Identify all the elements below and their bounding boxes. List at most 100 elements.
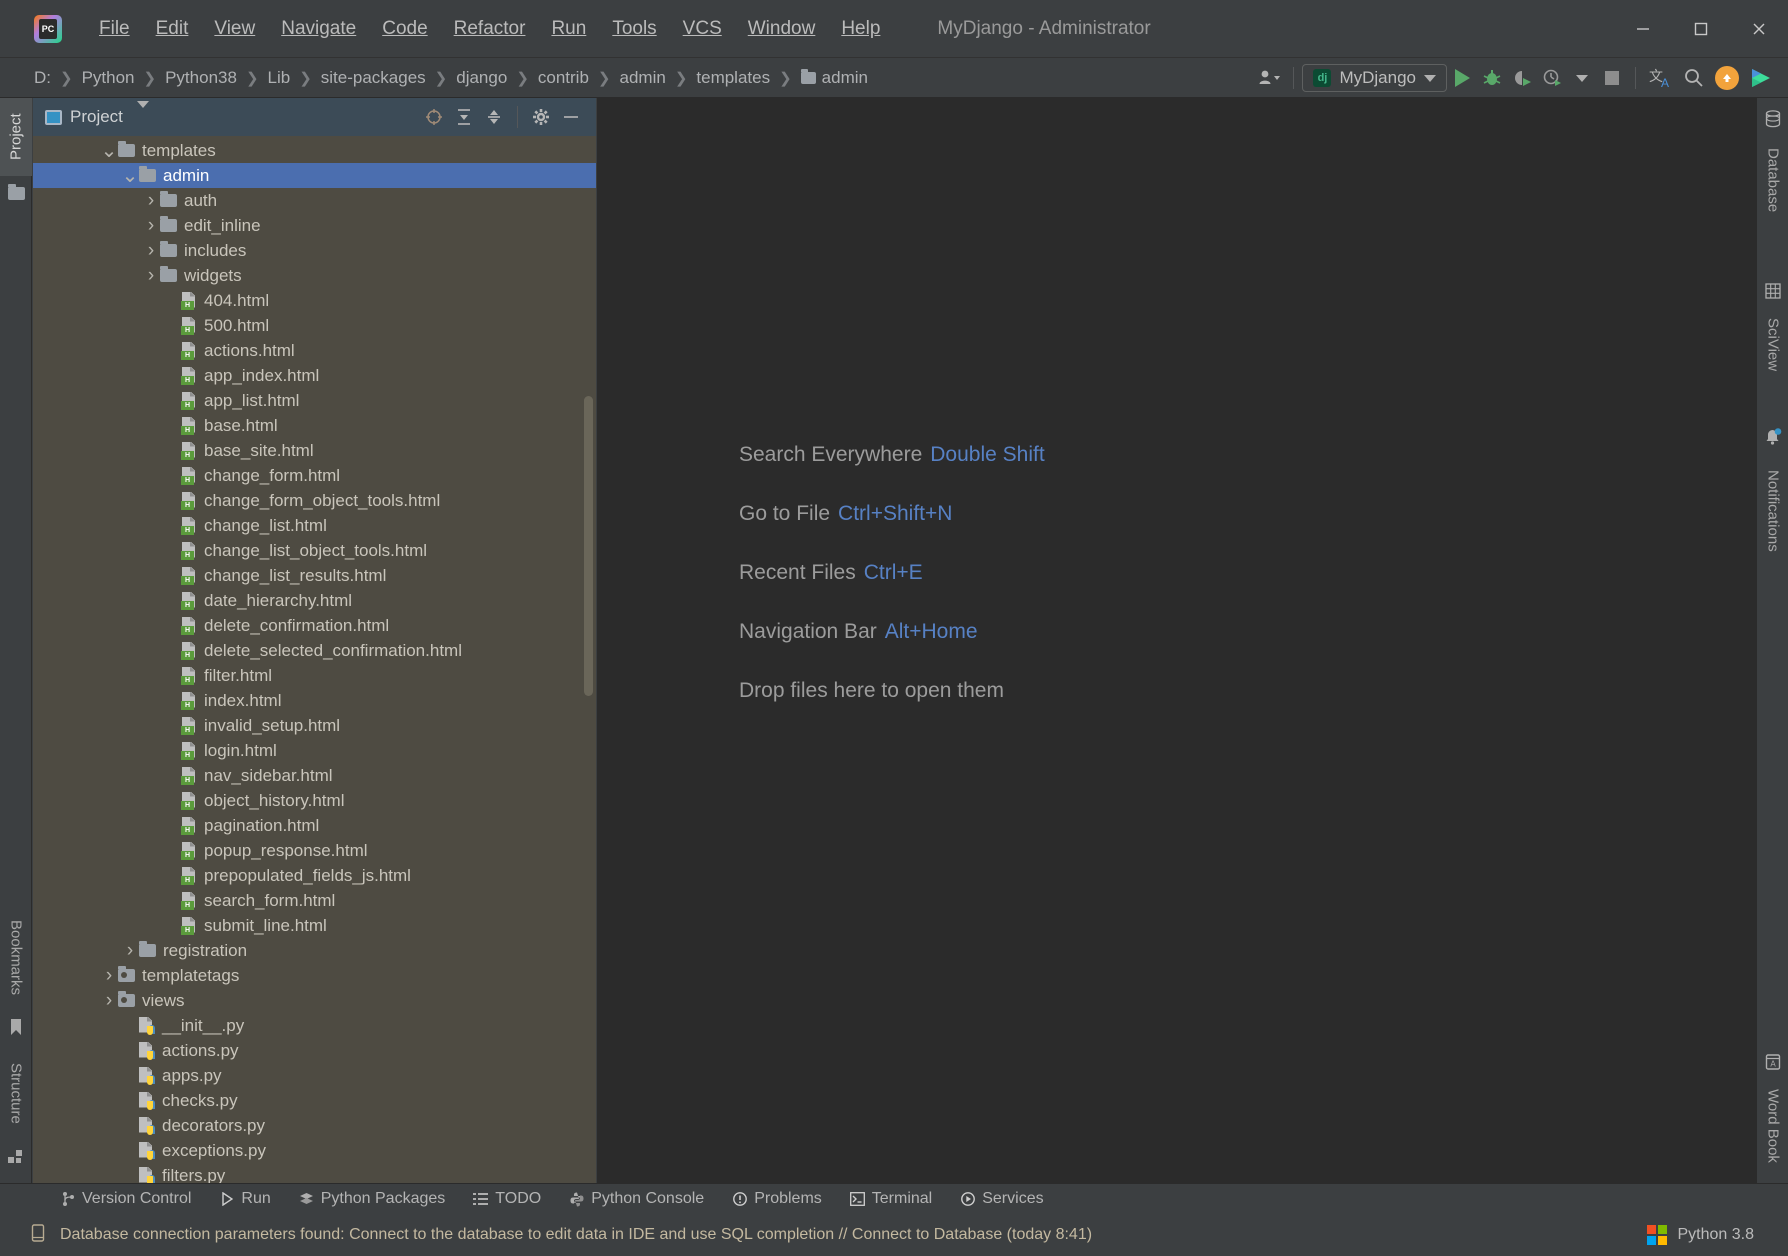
- user-menu-icon[interactable]: [1253, 63, 1285, 93]
- tree-row[interactable]: Hinvalid_setup.html: [33, 713, 596, 738]
- status-message-area[interactable]: Database connection parameters found: Co…: [30, 1223, 1092, 1247]
- expand-all-icon[interactable]: [449, 102, 479, 132]
- close-icon[interactable]: [1730, 0, 1788, 58]
- tree-row[interactable]: Hindex.html: [33, 688, 596, 713]
- project-view-dropdown-icon[interactable]: [136, 101, 149, 126]
- run-coverage-icon[interactable]: [1507, 63, 1537, 93]
- tree-row[interactable]: Hdelete_selected_confirmation.html: [33, 638, 596, 663]
- maximize-icon[interactable]: [1672, 0, 1730, 58]
- sidebar-item-bookmarks[interactable]: Bookmarks: [0, 903, 32, 1013]
- breadcrumb-item-lib[interactable]: Lib: [268, 68, 291, 88]
- tree-row[interactable]: Hpopup_response.html: [33, 838, 596, 863]
- menu-item-file[interactable]: File: [86, 14, 143, 44]
- bottom-item-problems[interactable]: Problems: [732, 1190, 822, 1208]
- translate-icon[interactable]: 文 A: [1644, 63, 1678, 93]
- tree-row[interactable]: Hobject_history.html: [33, 788, 596, 813]
- project-file-tree[interactable]: ⌄ templates ⌄ admin › auth › edit_inline › includ…: [33, 136, 596, 1183]
- breadcrumb-item-templates[interactable]: templates: [696, 68, 770, 88]
- run-configuration-selector[interactable]: dj MyDjango: [1302, 64, 1447, 92]
- chevron-down-icon[interactable]: ⌄: [100, 141, 118, 161]
- chevron-right-icon[interactable]: ›: [142, 240, 160, 262]
- tree-row[interactable]: Hpagination.html: [33, 813, 596, 838]
- bottom-item-version-control[interactable]: Version Control: [60, 1190, 191, 1208]
- tree-row[interactable]: › views: [33, 988, 596, 1013]
- update-icon[interactable]: [1710, 63, 1744, 93]
- tree-row[interactable]: Hchange_list.html: [33, 513, 596, 538]
- sidebar-item-word-book[interactable]: Word Book: [1757, 1076, 1788, 1176]
- tree-row[interactable]: Hchange_form.html: [33, 463, 596, 488]
- breadcrumb-item-admin[interactable]: admin: [620, 68, 666, 88]
- tree-row[interactable]: Hfilter.html: [33, 663, 596, 688]
- tree-row[interactable]: › auth: [33, 188, 596, 213]
- hide-panel-icon[interactable]: [556, 102, 586, 132]
- menu-item-vcs[interactable]: VCS: [670, 14, 735, 44]
- tree-row[interactable]: Hsearch_form.html: [33, 888, 596, 913]
- chevron-right-icon[interactable]: ›: [142, 190, 160, 212]
- tree-row[interactable]: Hdelete_confirmation.html: [33, 613, 596, 638]
- tree-row[interactable]: Hchange_list_results.html: [33, 563, 596, 588]
- breadcrumb-item-python38[interactable]: Python38: [165, 68, 237, 88]
- menu-item-tools[interactable]: Tools: [599, 14, 669, 44]
- tree-row[interactable]: Hbase_site.html: [33, 438, 596, 463]
- profile-icon[interactable]: [1537, 63, 1567, 93]
- tree-row[interactable]: decorators.py: [33, 1113, 596, 1138]
- tree-row[interactable]: checks.py: [33, 1088, 596, 1113]
- menu-item-refactor[interactable]: Refactor: [441, 14, 539, 44]
- menu-item-view[interactable]: View: [201, 14, 268, 44]
- chevron-down-icon[interactable]: ⌄: [121, 166, 139, 186]
- chevron-right-icon[interactable]: ›: [100, 990, 118, 1012]
- sidebar-item-notifications[interactable]: Notifications: [1757, 449, 1788, 573]
- bottom-item-todo[interactable]: TODO: [473, 1190, 541, 1208]
- tree-row[interactable]: Happ_index.html: [33, 363, 596, 388]
- bottom-item-python-console[interactable]: Python Console: [569, 1190, 704, 1208]
- bottom-item-terminal[interactable]: Terminal: [849, 1190, 932, 1208]
- tree-row[interactable]: Happ_list.html: [33, 388, 596, 413]
- tree-scrollbar[interactable]: [584, 396, 593, 696]
- tree-row[interactable]: ⌄ templates: [33, 138, 596, 163]
- menu-item-window[interactable]: Window: [735, 14, 829, 44]
- tree-row[interactable]: Hnav_sidebar.html: [33, 763, 596, 788]
- chevron-right-icon[interactable]: ›: [142, 215, 160, 237]
- breadcrumb-item-python[interactable]: Python: [82, 68, 135, 88]
- profile-dropdown-icon[interactable]: [1567, 63, 1597, 93]
- tree-row[interactable]: filters.py: [33, 1163, 596, 1183]
- sidebar-item-project[interactable]: Project: [0, 98, 32, 176]
- chevron-right-icon[interactable]: ›: [142, 265, 160, 287]
- chevron-right-icon[interactable]: ›: [100, 965, 118, 987]
- menu-item-navigate[interactable]: Navigate: [268, 14, 369, 44]
- tree-row[interactable]: Hbase.html: [33, 413, 596, 438]
- tree-row[interactable]: Hsubmit_line.html: [33, 913, 596, 938]
- minimize-icon[interactable]: [1614, 0, 1672, 58]
- bottom-item-services[interactable]: Services: [960, 1190, 1044, 1208]
- bottom-item-run[interactable]: Run: [219, 1190, 271, 1208]
- tree-row[interactable]: › includes: [33, 238, 596, 263]
- bottom-item-python-packages[interactable]: Python Packages: [299, 1190, 445, 1208]
- sidebar-item-database[interactable]: Database: [1757, 132, 1788, 228]
- tree-row[interactable]: Hprepopulated_fields_js.html: [33, 863, 596, 888]
- select-opened-file-icon[interactable]: [419, 102, 449, 132]
- breadcrumb-item-site-packages[interactable]: site-packages: [321, 68, 426, 88]
- tree-row[interactable]: › registration: [33, 938, 596, 963]
- menu-item-run[interactable]: Run: [538, 14, 599, 44]
- tree-row[interactable]: Hlogin.html: [33, 738, 596, 763]
- tree-row[interactable]: actions.py: [33, 1038, 596, 1063]
- tree-row[interactable]: › widgets: [33, 263, 596, 288]
- tree-row[interactable]: Hchange_list_object_tools.html: [33, 538, 596, 563]
- sidebar-item-sciview[interactable]: SciView: [1757, 304, 1788, 386]
- folder-icon[interactable]: [0, 176, 32, 210]
- stop-icon[interactable]: [1597, 63, 1627, 93]
- tree-row[interactable]: › templatetags: [33, 963, 596, 988]
- breadcrumb-item-contrib[interactable]: contrib: [538, 68, 589, 88]
- tree-row[interactable]: __init__.py: [33, 1013, 596, 1038]
- tree-row[interactable]: Hchange_form_object_tools.html: [33, 488, 596, 513]
- tree-row[interactable]: exceptions.py: [33, 1138, 596, 1163]
- tree-row[interactable]: Hdate_hierarchy.html: [33, 588, 596, 613]
- status-bar-right[interactable]: Python 3.8: [1646, 1225, 1754, 1245]
- tree-row[interactable]: Hactions.html: [33, 338, 596, 363]
- tree-row[interactable]: H 500.html: [33, 313, 596, 338]
- editor-empty-area[interactable]: Search Everywhere Double Shift Go to File C…: [597, 98, 1756, 1183]
- tree-row[interactable]: H 404.html: [33, 288, 596, 313]
- debug-icon[interactable]: [1477, 63, 1507, 93]
- run-multiple-icon[interactable]: [1744, 63, 1778, 93]
- menu-item-edit[interactable]: Edit: [143, 14, 202, 44]
